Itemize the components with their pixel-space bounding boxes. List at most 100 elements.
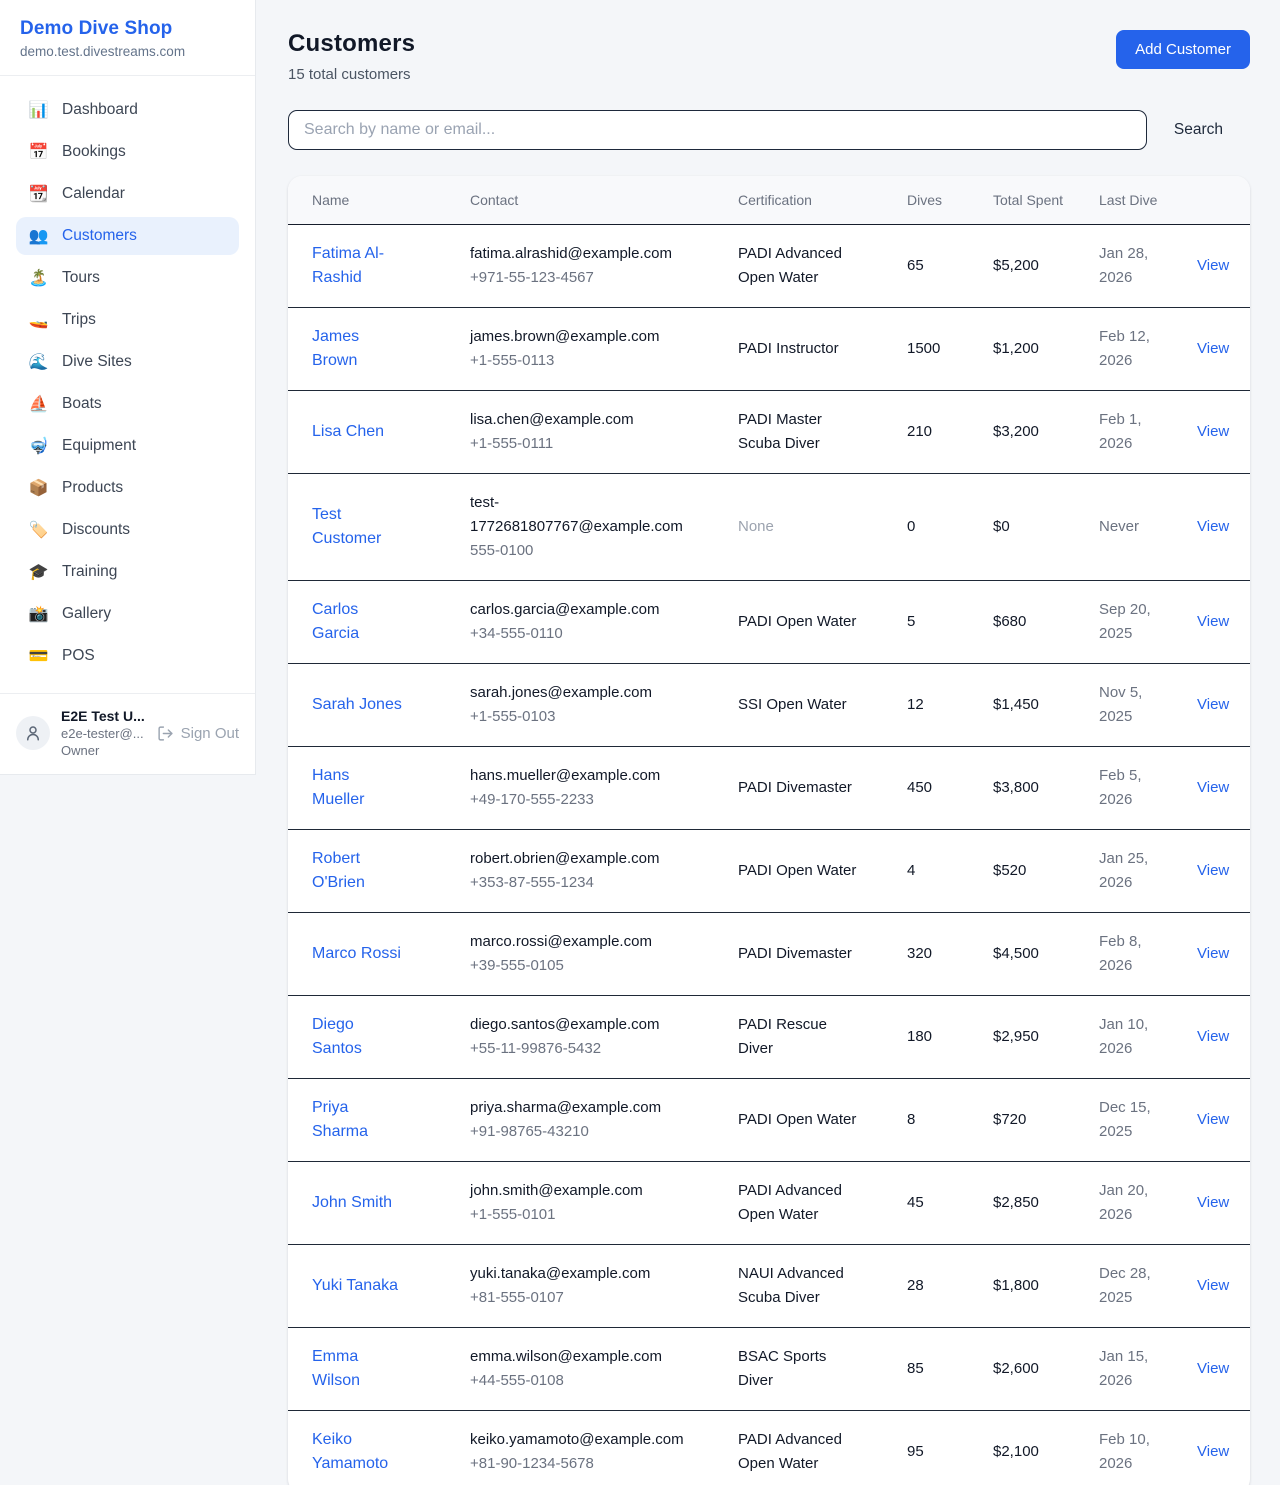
sidebar-item-label: Dive Sites — [62, 353, 132, 371]
customer-name-link[interactable]: Diego Santos — [312, 1013, 402, 1061]
customer-total-spent: $1,450 — [981, 664, 1087, 747]
sidebar-item-boats[interactable]: ⛵ Boats — [16, 385, 239, 423]
view-link[interactable]: View — [1197, 423, 1229, 440]
customer-total-spent: $3,800 — [981, 747, 1087, 830]
customer-email: hans.mueller@example.com — [470, 764, 685, 788]
customer-certification: PADI Open Water — [738, 610, 856, 634]
view-link[interactable]: View — [1197, 779, 1229, 796]
sidebar-item-label: Dashboard — [62, 101, 138, 119]
main-content: Customers 15 total customers Add Custome… — [256, 0, 1280, 1485]
sidebar-item-label: Calendar — [62, 185, 125, 203]
view-link[interactable]: View — [1197, 1028, 1229, 1045]
view-link[interactable]: View — [1197, 340, 1229, 357]
view-link[interactable]: View — [1197, 945, 1229, 962]
customer-total-spent: $5,200 — [981, 225, 1087, 308]
sidebar-item-tours[interactable]: 🏝️ Tours — [16, 259, 239, 297]
customer-dives: 1500 — [895, 308, 981, 391]
customer-name-link[interactable]: Keiko Yamamoto — [312, 1428, 402, 1476]
sidebar-item-products[interactable]: 📦 Products — [16, 469, 239, 507]
customer-phone: +34-555-0110 — [470, 622, 714, 646]
customer-name-link[interactable]: Priya Sharma — [312, 1096, 402, 1144]
table-row: Priya Sharma priya.sharma@example.com +9… — [288, 1079, 1250, 1162]
customer-name-link[interactable]: Carlos Garcia — [312, 598, 402, 646]
customer-phone: +1-555-0101 — [470, 1203, 714, 1227]
customer-phone: +1-555-0111 — [470, 432, 714, 456]
table-row: Hans Mueller hans.mueller@example.com +4… — [288, 747, 1250, 830]
customer-name-link[interactable]: Emma Wilson — [312, 1345, 402, 1393]
sidebar-item-gallery[interactable]: 📸 Gallery — [16, 595, 239, 633]
customer-name-link[interactable]: John Smith — [312, 1191, 392, 1215]
customer-total-spent: $3,200 — [981, 391, 1087, 474]
customer-certification: PADI Instructor — [738, 337, 839, 361]
sidebar-item-label: Gallery — [62, 605, 111, 623]
table-row: Carlos Garcia carlos.garcia@example.com … — [288, 581, 1250, 664]
sidebar-item-dive-sites[interactable]: 🌊 Dive Sites — [16, 343, 239, 381]
calendar-icon: 📅 — [28, 142, 49, 162]
sidebar-item-pos[interactable]: 💳 POS — [16, 637, 239, 675]
sidebar-nav: 📊 Dashboard 📅 Bookings 📆 Calendar 👥 Cust… — [0, 76, 255, 693]
page-header: Customers 15 total customers Add Custome… — [288, 30, 1250, 83]
search-button[interactable]: Search — [1174, 121, 1223, 139]
sidebar-item-equipment[interactable]: 🤿 Equipment — [16, 427, 239, 465]
customer-last-dive: Feb 8, 2026 — [1087, 913, 1185, 996]
add-customer-button[interactable]: Add Customer — [1116, 30, 1250, 69]
customer-name-link[interactable]: Sarah Jones — [312, 693, 402, 717]
sidebar-item-trips[interactable]: 🚤 Trips — [16, 301, 239, 339]
table-header: NameContactCertificationDivesTotal Spent… — [288, 176, 1250, 225]
sidebar-item-training[interactable]: 🎓 Training — [16, 553, 239, 591]
view-link[interactable]: View — [1197, 518, 1229, 535]
customer-name-link[interactable]: Yuki Tanaka — [312, 1274, 398, 1298]
customer-name-link[interactable]: Marco Rossi — [312, 942, 401, 966]
customer-total-spent: $0 — [981, 474, 1087, 581]
sign-out-button[interactable]: Sign Out — [157, 725, 239, 742]
column-header: Last Dive — [1087, 176, 1185, 225]
customer-total-spent: $2,950 — [981, 996, 1087, 1079]
customer-last-dive: Nov 5, 2025 — [1087, 664, 1185, 747]
customer-certification: SSI Open Water — [738, 693, 847, 717]
sidebar-item-customers[interactable]: 👥 Customers — [16, 217, 239, 255]
view-link[interactable]: View — [1197, 1111, 1229, 1128]
customer-dives: 28 — [895, 1245, 981, 1328]
camera-icon: 📸 — [28, 604, 49, 624]
view-link[interactable]: View — [1197, 257, 1229, 274]
customer-dives: 95 — [895, 1411, 981, 1485]
sign-out-icon — [157, 725, 174, 742]
customer-name-link[interactable]: Fatima Al-Rashid — [312, 242, 402, 290]
customer-name-link[interactable]: Test Customer — [312, 503, 402, 551]
view-link[interactable]: View — [1197, 1443, 1229, 1460]
people-icon: 👥 — [28, 226, 49, 246]
view-link[interactable]: View — [1197, 1194, 1229, 1211]
sidebar-item-discounts[interactable]: 🏷️ Discounts — [16, 511, 239, 549]
search-bar: Search — [288, 110, 1250, 150]
customer-email: carlos.garcia@example.com — [470, 598, 685, 622]
customer-phone: +55-11-99876-5432 — [470, 1037, 714, 1061]
customer-email: robert.obrien@example.com — [470, 847, 685, 871]
view-link[interactable]: View — [1197, 862, 1229, 879]
customer-name-link[interactable]: James Brown — [312, 325, 402, 373]
customer-name-link[interactable]: Hans Mueller — [312, 764, 402, 812]
sidebar-item-label: Bookings — [62, 143, 126, 161]
customer-certification: PADI Advanced Open Water — [738, 1179, 860, 1227]
sidebar-item-label: Products — [62, 479, 123, 497]
customer-certification: PADI Advanced Open Water — [738, 1428, 860, 1476]
search-input[interactable] — [288, 110, 1147, 150]
customer-phone: +91-98765-43210 — [470, 1120, 714, 1144]
sidebar-item-label: Discounts — [62, 521, 130, 539]
view-link[interactable]: View — [1197, 613, 1229, 630]
customer-email: emma.wilson@example.com — [470, 1345, 685, 1369]
sidebar-item-bookings[interactable]: 📅 Bookings — [16, 133, 239, 171]
table-row: Marco Rossi marco.rossi@example.com +39-… — [288, 913, 1250, 996]
sidebar-item-dashboard[interactable]: 📊 Dashboard — [16, 91, 239, 129]
view-link[interactable]: View — [1197, 1277, 1229, 1294]
view-link[interactable]: View — [1197, 696, 1229, 713]
customer-phone: 555-0100 — [470, 539, 714, 563]
customer-name-link[interactable]: Lisa Chen — [312, 420, 384, 444]
view-link[interactable]: View — [1197, 1360, 1229, 1377]
customer-last-dive: Feb 12, 2026 — [1087, 308, 1185, 391]
customer-dives: 45 — [895, 1162, 981, 1245]
sidebar-item-calendar[interactable]: 📆 Calendar — [16, 175, 239, 213]
customer-dives: 210 — [895, 391, 981, 474]
table-row: John Smith john.smith@example.com +1-555… — [288, 1162, 1250, 1245]
customer-name-link[interactable]: Robert O'Brien — [312, 847, 402, 895]
table-row: Yuki Tanaka yuki.tanaka@example.com +81-… — [288, 1245, 1250, 1328]
